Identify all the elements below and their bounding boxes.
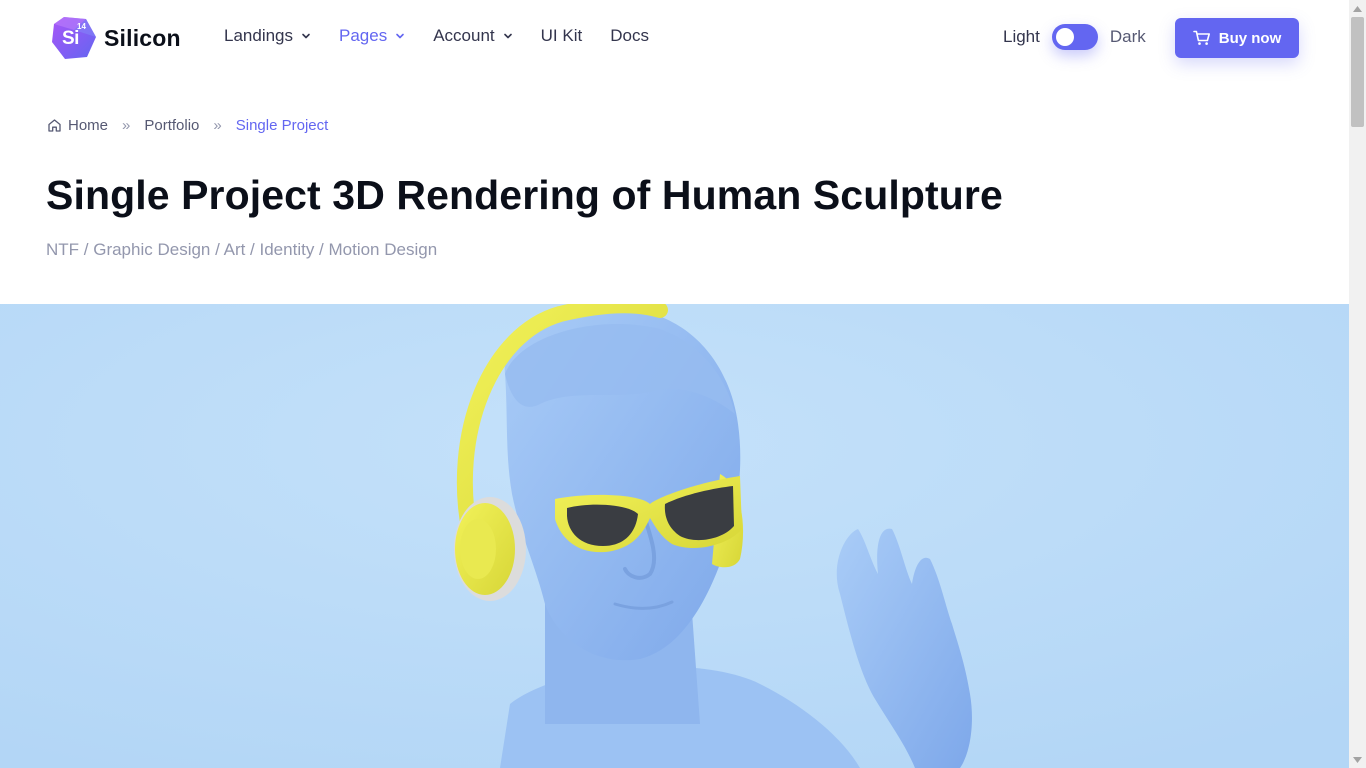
nav-item-ui-kit[interactable]: UI Kit <box>541 26 583 46</box>
sculpture-illustration <box>0 304 1349 768</box>
breadcrumb-home[interactable]: Home <box>47 117 108 134</box>
nav-item-docs[interactable]: Docs <box>610 26 649 46</box>
nav-label: Account <box>433 26 495 45</box>
nav-label: UI Kit <box>540 26 583 45</box>
logo-symbol: Si <box>62 28 79 49</box>
breadcrumb-current: Single Project <box>236 117 329 134</box>
breadcrumb-label: Single Project <box>235 117 329 134</box>
silicon-logo-icon: Si 14 <box>50 16 96 60</box>
breadcrumb-label: Portfolio <box>144 117 200 134</box>
home-icon <box>48 119 61 132</box>
hero-image <box>0 304 1349 768</box>
site-header: Si 14 Silicon Landings Pages Account UI … <box>0 0 1349 76</box>
theme-dark-label: Dark <box>1109 27 1146 46</box>
project-tags: NTF / Graphic Design / Art / Identity / … <box>46 240 438 259</box>
scrollbar-thumb[interactable] <box>1351 17 1364 127</box>
breadcrumb: Home » Portfolio » Single Project <box>47 117 328 134</box>
buy-now-button[interactable]: Buy now <box>1175 18 1299 58</box>
breadcrumb-separator: » <box>213 117 222 134</box>
logo-number: 14 <box>77 22 86 31</box>
page-title: Single Project 3D Rendering of Human Scu… <box>46 172 1003 218</box>
cart-icon <box>1192 30 1210 45</box>
buy-now-label: Buy now <box>1218 29 1282 47</box>
nav-item-pages[interactable]: Pages <box>339 26 405 46</box>
nav-item-account[interactable]: Account <box>433 26 512 46</box>
breadcrumb-separator: » <box>122 117 131 134</box>
nav-label: Docs <box>610 26 649 45</box>
scroll-up-arrow-icon[interactable] <box>1349 0 1366 17</box>
chevron-down-icon <box>396 33 405 39</box>
nav-label: Landings <box>224 26 294 45</box>
main-nav: Landings Pages Account UI Kit Docs <box>224 26 677 46</box>
page-scrollbar[interactable] <box>1349 0 1366 768</box>
brand-name: Silicon <box>104 24 181 51</box>
theme-switcher: Light Dark <box>1003 24 1146 50</box>
brand-logo[interactable]: Si 14 Silicon <box>50 16 181 60</box>
chevron-down-icon <box>302 33 310 39</box>
theme-light-label: Light <box>1003 27 1040 46</box>
nav-label: Pages <box>339 26 388 45</box>
breadcrumb-label: Home <box>68 117 109 134</box>
breadcrumb-portfolio[interactable]: Portfolio <box>144 117 199 134</box>
toggle-knob <box>1055 28 1074 46</box>
chevron-down-icon <box>503 33 512 39</box>
scroll-down-arrow-icon[interactable] <box>1349 751 1366 768</box>
theme-toggle[interactable] <box>1051 24 1098 50</box>
nav-item-landings[interactable]: Landings <box>224 26 311 46</box>
